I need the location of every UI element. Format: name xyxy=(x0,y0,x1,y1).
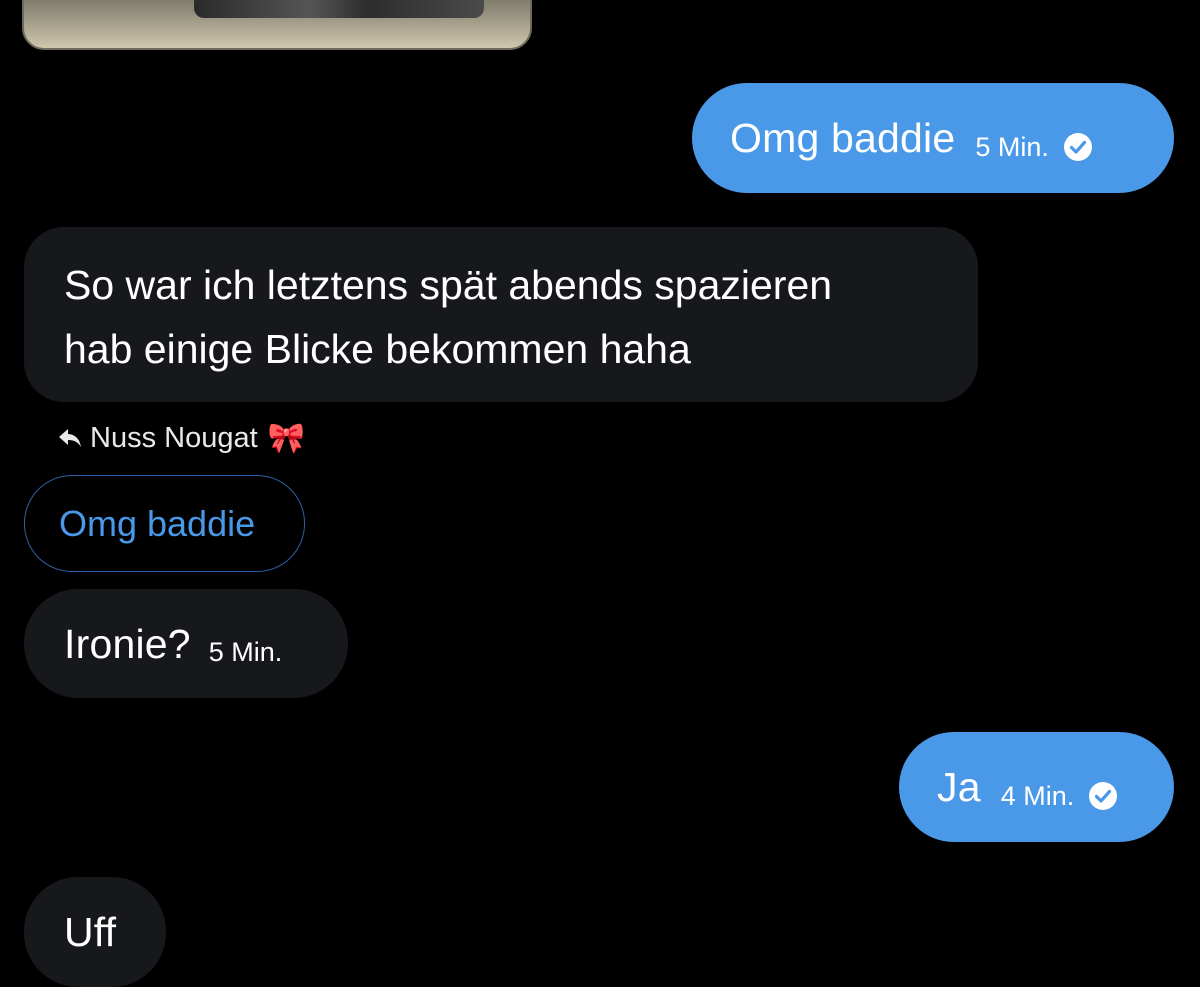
message-text: Omg baddie xyxy=(730,115,956,161)
reply-arrow-icon xyxy=(59,429,81,447)
quoted-message[interactable]: Omg baddie xyxy=(24,475,305,572)
bow-emoji: 🎀 xyxy=(267,421,306,455)
message-bubble-outgoing[interactable]: Ja 4 Min. xyxy=(899,732,1174,842)
message-line: So war ich letztens spät abends spaziere… xyxy=(64,261,833,308)
message-text: So war ich letztens spät abends spaziere… xyxy=(64,253,832,381)
message-bubble-incoming[interactable]: Uff xyxy=(24,877,166,987)
message-text: Ironie? xyxy=(64,620,191,667)
reply-author-name: Nuss Nougat xyxy=(90,421,258,454)
message-bubble-incoming[interactable]: So war ich letztens spät abends spaziere… xyxy=(24,227,978,402)
message-timestamp: 5 Min. xyxy=(975,131,1049,162)
message-bubble-outgoing[interactable]: Omg baddie 5 Min. xyxy=(692,83,1174,193)
quoted-text: Omg baddie xyxy=(59,502,256,544)
shared-photo[interactable] xyxy=(22,0,532,50)
check-circle-icon xyxy=(1089,782,1118,810)
message-timestamp: 5 Min. xyxy=(208,637,283,667)
message-text: Uff xyxy=(64,909,117,955)
reply-header: Nuss Nougat 🎀 xyxy=(58,418,305,458)
photo-content xyxy=(194,0,484,18)
message-line: hab einige Blicke bekommen haha xyxy=(64,325,691,372)
message-bubble-incoming[interactable]: Ironie? 5 Min. xyxy=(24,589,348,698)
message-timestamp: 4 Min. xyxy=(1000,780,1075,811)
check-circle-icon xyxy=(1063,133,1092,161)
message-text: Ja xyxy=(937,764,981,810)
